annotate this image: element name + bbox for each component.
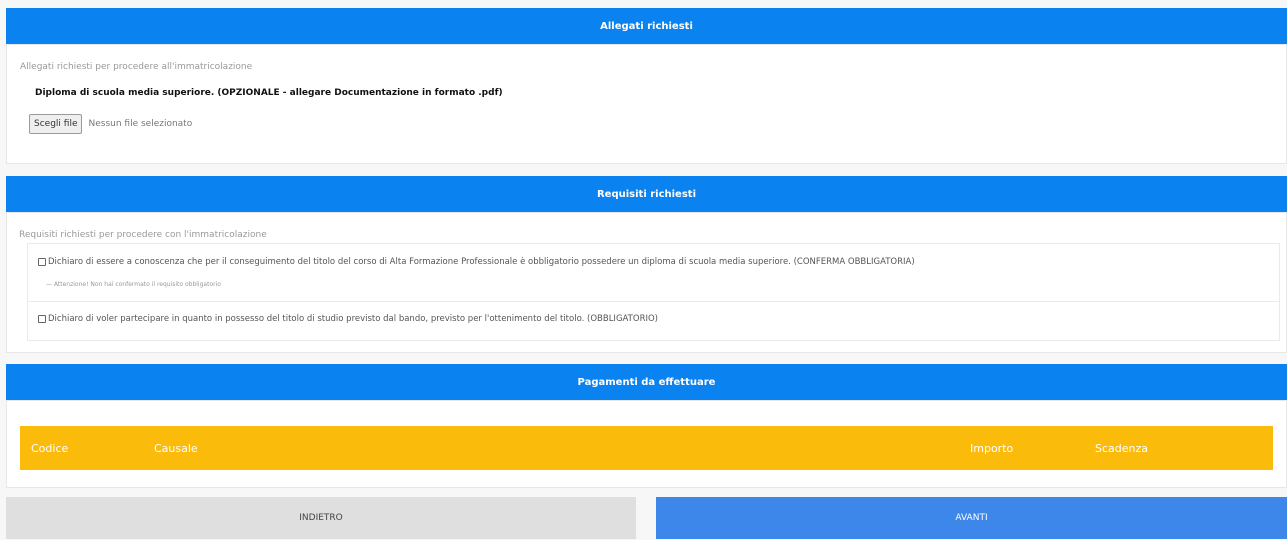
requisito-2-label: Dichiaro di voler partecipare in quanto … — [48, 314, 658, 324]
requisito-1-warning: — Attenzione! Non hai confermato il requ… — [46, 281, 221, 288]
allegati-header-title: Allegati richiesti — [600, 20, 693, 32]
file-status-text: Nessun file selezionato — [88, 119, 193, 129]
pagamenti-table-header: Codice Causale Importo Scadenza — [20, 426, 1273, 470]
requisito-1-checkbox[interactable] — [38, 258, 46, 266]
next-button-label: AVANTI — [955, 513, 988, 523]
next-button[interactable]: AVANTI — [656, 497, 1287, 539]
column-scadenza: Scadenza — [1095, 441, 1149, 455]
requisiti-section-header: Requisiti richiesti — [6, 176, 1287, 212]
back-button[interactable]: INDIETRO — [6, 497, 636, 539]
requisito-1-row[interactable]: Dichiaro di essere a conoscenza che per … — [38, 257, 915, 267]
requisiti-subtitle: Requisiti richiesti per procedere con l'… — [19, 230, 267, 240]
allegati-section-header: Allegati richiesti — [6, 8, 1287, 44]
back-button-label: INDIETRO — [299, 513, 343, 523]
pagamenti-header-title: Pagamenti da effettuare — [577, 376, 716, 388]
pagamenti-section-header: Pagamenti da effettuare — [6, 364, 1287, 400]
requisito-2-checkbox[interactable] — [38, 315, 46, 323]
requisito-2-row[interactable]: Dichiaro di voler partecipare in quanto … — [38, 314, 658, 324]
column-importo: Importo — [970, 441, 1014, 455]
choose-file-button[interactable]: Scegli file — [29, 114, 83, 134]
requisiti-header-title: Requisiti richiesti — [596, 188, 697, 200]
requisito-2-box: Dichiaro di voler partecipare in quanto … — [27, 301, 1280, 341]
column-codice: Codice — [31, 441, 69, 455]
allegati-document-box: Diploma di scuola media superiore. (OPZI… — [21, 78, 1280, 155]
file-upload: Scegli file Nessun file selezionato — [29, 114, 192, 134]
document-label: Diploma di scuola media superiore. (OPZI… — [35, 88, 503, 98]
column-causale: Causale — [154, 441, 198, 455]
requisito-1-label: Dichiaro di essere a conoscenza che per … — [48, 257, 915, 267]
allegati-panel: Allegati richiesti per procedere all'imm… — [6, 44, 1287, 164]
allegati-subtitle: Allegati richiesti per procedere all'imm… — [20, 62, 253, 72]
requisiti-panel: Requisiti richiesti per procedere con l'… — [6, 212, 1287, 353]
requisito-1-box: Dichiaro di essere a conoscenza che per … — [27, 243, 1280, 305]
